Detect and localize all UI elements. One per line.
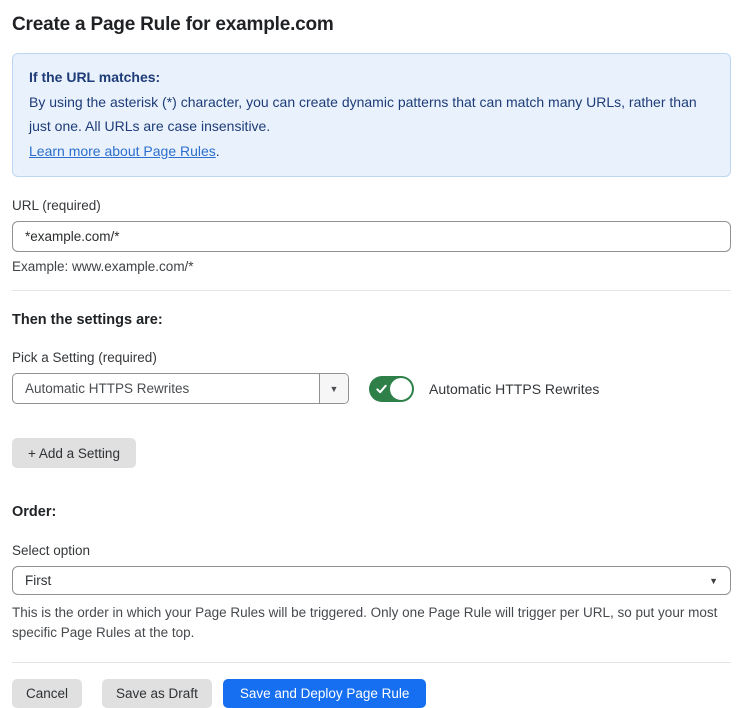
save-as-draft-button[interactable]: Save as Draft [102, 679, 212, 708]
toggle-setting-label: Automatic HTTPS Rewrites [429, 380, 600, 397]
toggle-knob [390, 377, 412, 400]
section-divider [12, 290, 731, 291]
settings-section-heading: Then the settings are: [12, 312, 163, 328]
url-field-label: URL (required) [12, 198, 101, 213]
page-rule-form: Create a Page Rule for example.com If th… [0, 14, 743, 708]
footer-divider [12, 662, 731, 663]
info-callout-body: By using the asterisk (*) character, you… [29, 93, 697, 135]
order-hint-text: This is the order in which your Page Rul… [12, 605, 718, 640]
order-section-heading: Order: [12, 504, 57, 520]
select-option-label: Select option [12, 543, 91, 558]
page-title: Create a Page Rule for example.com [12, 14, 334, 35]
checkmark-icon [376, 383, 387, 394]
order-select[interactable]: First ▼ [12, 566, 731, 595]
setting-row: Automatic HTTPS Rewrites ▼ Automatic HTT… [12, 373, 731, 404]
automatic-https-rewrites-toggle[interactable] [369, 375, 414, 402]
footer-actions: Cancel Save as Draft Save and Deploy Pag… [12, 679, 731, 708]
setting-dropdown-value: Automatic HTTPS Rewrites [25, 381, 190, 396]
info-callout-heading: If the URL matches: [29, 69, 161, 85]
link-suffix: . [215, 142, 220, 159]
save-and-deploy-button[interactable]: Save and Deploy Page Rule [222, 679, 427, 708]
chevron-down-icon: ▼ [329, 383, 339, 394]
order-select-value: First [25, 573, 52, 588]
cancel-button[interactable]: Cancel [12, 679, 83, 708]
add-setting-button[interactable]: + Add a Setting [12, 438, 136, 468]
info-callout-link-line: Learn more about Page Rules. [29, 139, 714, 164]
select-arrow-icon: ▼ [709, 575, 718, 586]
setting-dropdown[interactable]: Automatic HTTPS Rewrites ▼ [12, 373, 349, 404]
url-example-hint: Example: www.example.com/* [12, 259, 194, 274]
url-input[interactable] [12, 221, 731, 252]
pick-setting-label: Pick a Setting (required) [12, 350, 157, 365]
url-matches-info-callout: If the URL matches: By using the asteris… [12, 53, 731, 177]
learn-more-link[interactable]: Learn more about Page Rules [29, 143, 216, 159]
dropdown-arrow-button[interactable]: ▼ [319, 374, 348, 403]
